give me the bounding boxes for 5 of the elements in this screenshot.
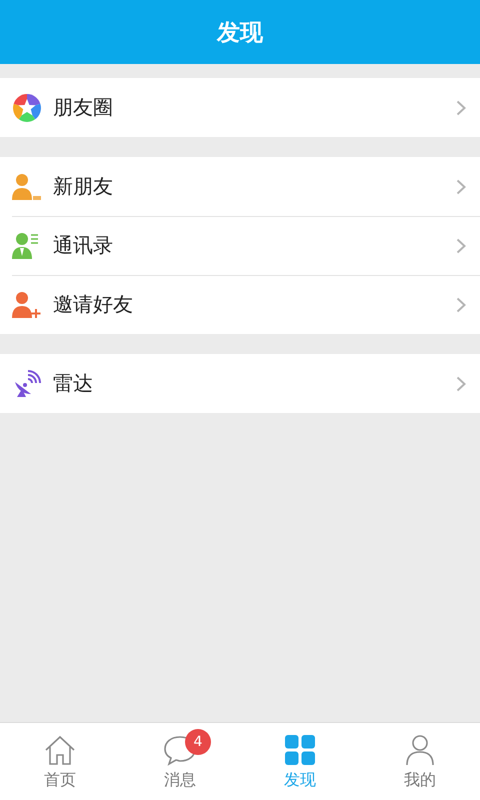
tab[interactable]: 我的 xyxy=(360,723,480,800)
unread-badge: 4 xyxy=(185,728,211,754)
tab[interactable]: 4 消息 xyxy=(120,723,240,800)
tab[interactable]: 首页 xyxy=(0,723,120,800)
page-title: 发现 xyxy=(217,18,263,48)
